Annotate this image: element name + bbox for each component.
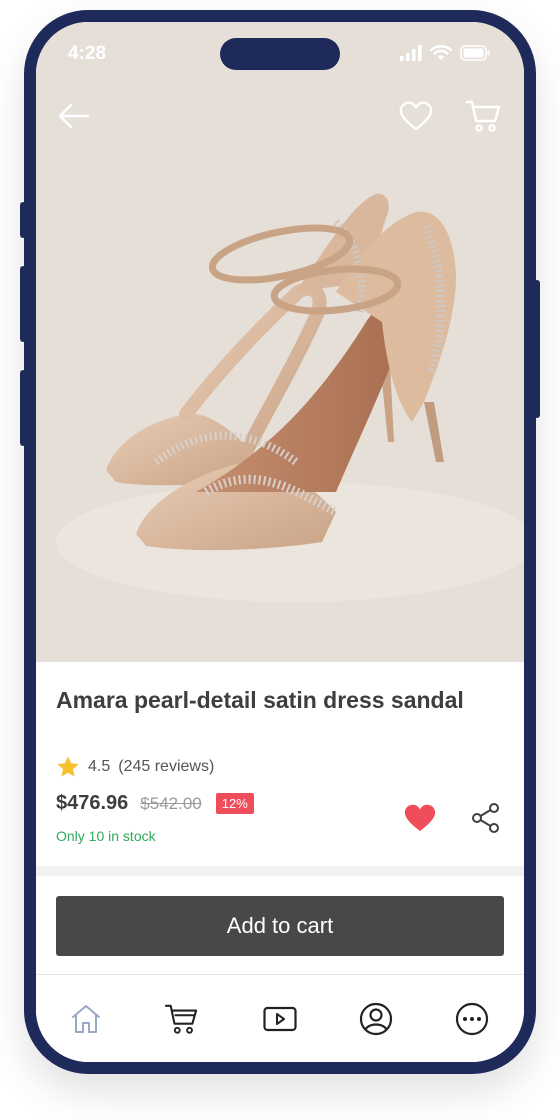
stock-status: Only 10 in stock: [56, 828, 156, 844]
share-button[interactable]: [466, 800, 506, 836]
price-row: $476.96 $542.00 12%: [56, 792, 254, 815]
star-icon: [57, 756, 79, 777]
product-title: Amara pearl-detail satin dress sandal: [56, 687, 464, 713]
more-horizontal-icon: [455, 1002, 489, 1036]
screen: 4:28 Amara pearl-detail satin dress sand…: [36, 22, 524, 1062]
play-icon: [263, 1006, 297, 1032]
side-button: [20, 202, 26, 238]
status-icons: [400, 44, 490, 62]
tab-bar: [36, 974, 524, 1062]
cta-area: Add to cart: [36, 876, 524, 974]
current-price: $476.96: [56, 792, 129, 814]
favorite-button[interactable]: [396, 96, 436, 136]
tab-more[interactable]: [454, 1001, 490, 1037]
dynamic-island: [220, 38, 340, 70]
heart-outline-icon: [399, 101, 433, 131]
side-button: [534, 280, 540, 418]
original-price: $542.00: [140, 793, 202, 813]
product-info: Amara pearl-detail satin dress sandal 4.…: [36, 662, 524, 866]
rating-value: 4.5: [88, 758, 111, 775]
tab-cart[interactable]: [164, 1001, 200, 1037]
share-icon: [472, 803, 499, 833]
add-to-cart-button[interactable]: Add to cart: [56, 896, 504, 956]
cart-button[interactable]: [464, 96, 504, 136]
side-button: [20, 266, 26, 342]
product-image: 4:28: [36, 22, 524, 662]
wishlist-button[interactable]: [400, 800, 440, 836]
signal-icon: [400, 45, 422, 61]
arrow-left-icon: [58, 103, 90, 129]
battery-icon: [460, 45, 490, 61]
tab-home[interactable]: [68, 1001, 104, 1037]
cart-icon: [466, 100, 501, 132]
home-icon: [72, 1005, 100, 1033]
tab-video[interactable]: [262, 1001, 298, 1037]
user-circle-icon: [359, 1002, 393, 1036]
tab-profile[interactable]: [358, 1001, 394, 1037]
cart-icon: [165, 1004, 198, 1034]
status-bar: 4:28: [36, 22, 524, 82]
review-count[interactable]: (245 reviews): [118, 758, 214, 776]
discount-badge: 12%: [215, 793, 254, 814]
status-time: 4:28: [68, 43, 107, 64]
heart-filled-icon: [404, 804, 436, 831]
sandal-photo: [36, 22, 524, 662]
wifi-icon: [430, 45, 452, 60]
side-button: [20, 370, 26, 446]
back-button[interactable]: [54, 96, 94, 136]
rating-row[interactable]: 4.5 (245 reviews): [56, 755, 214, 779]
